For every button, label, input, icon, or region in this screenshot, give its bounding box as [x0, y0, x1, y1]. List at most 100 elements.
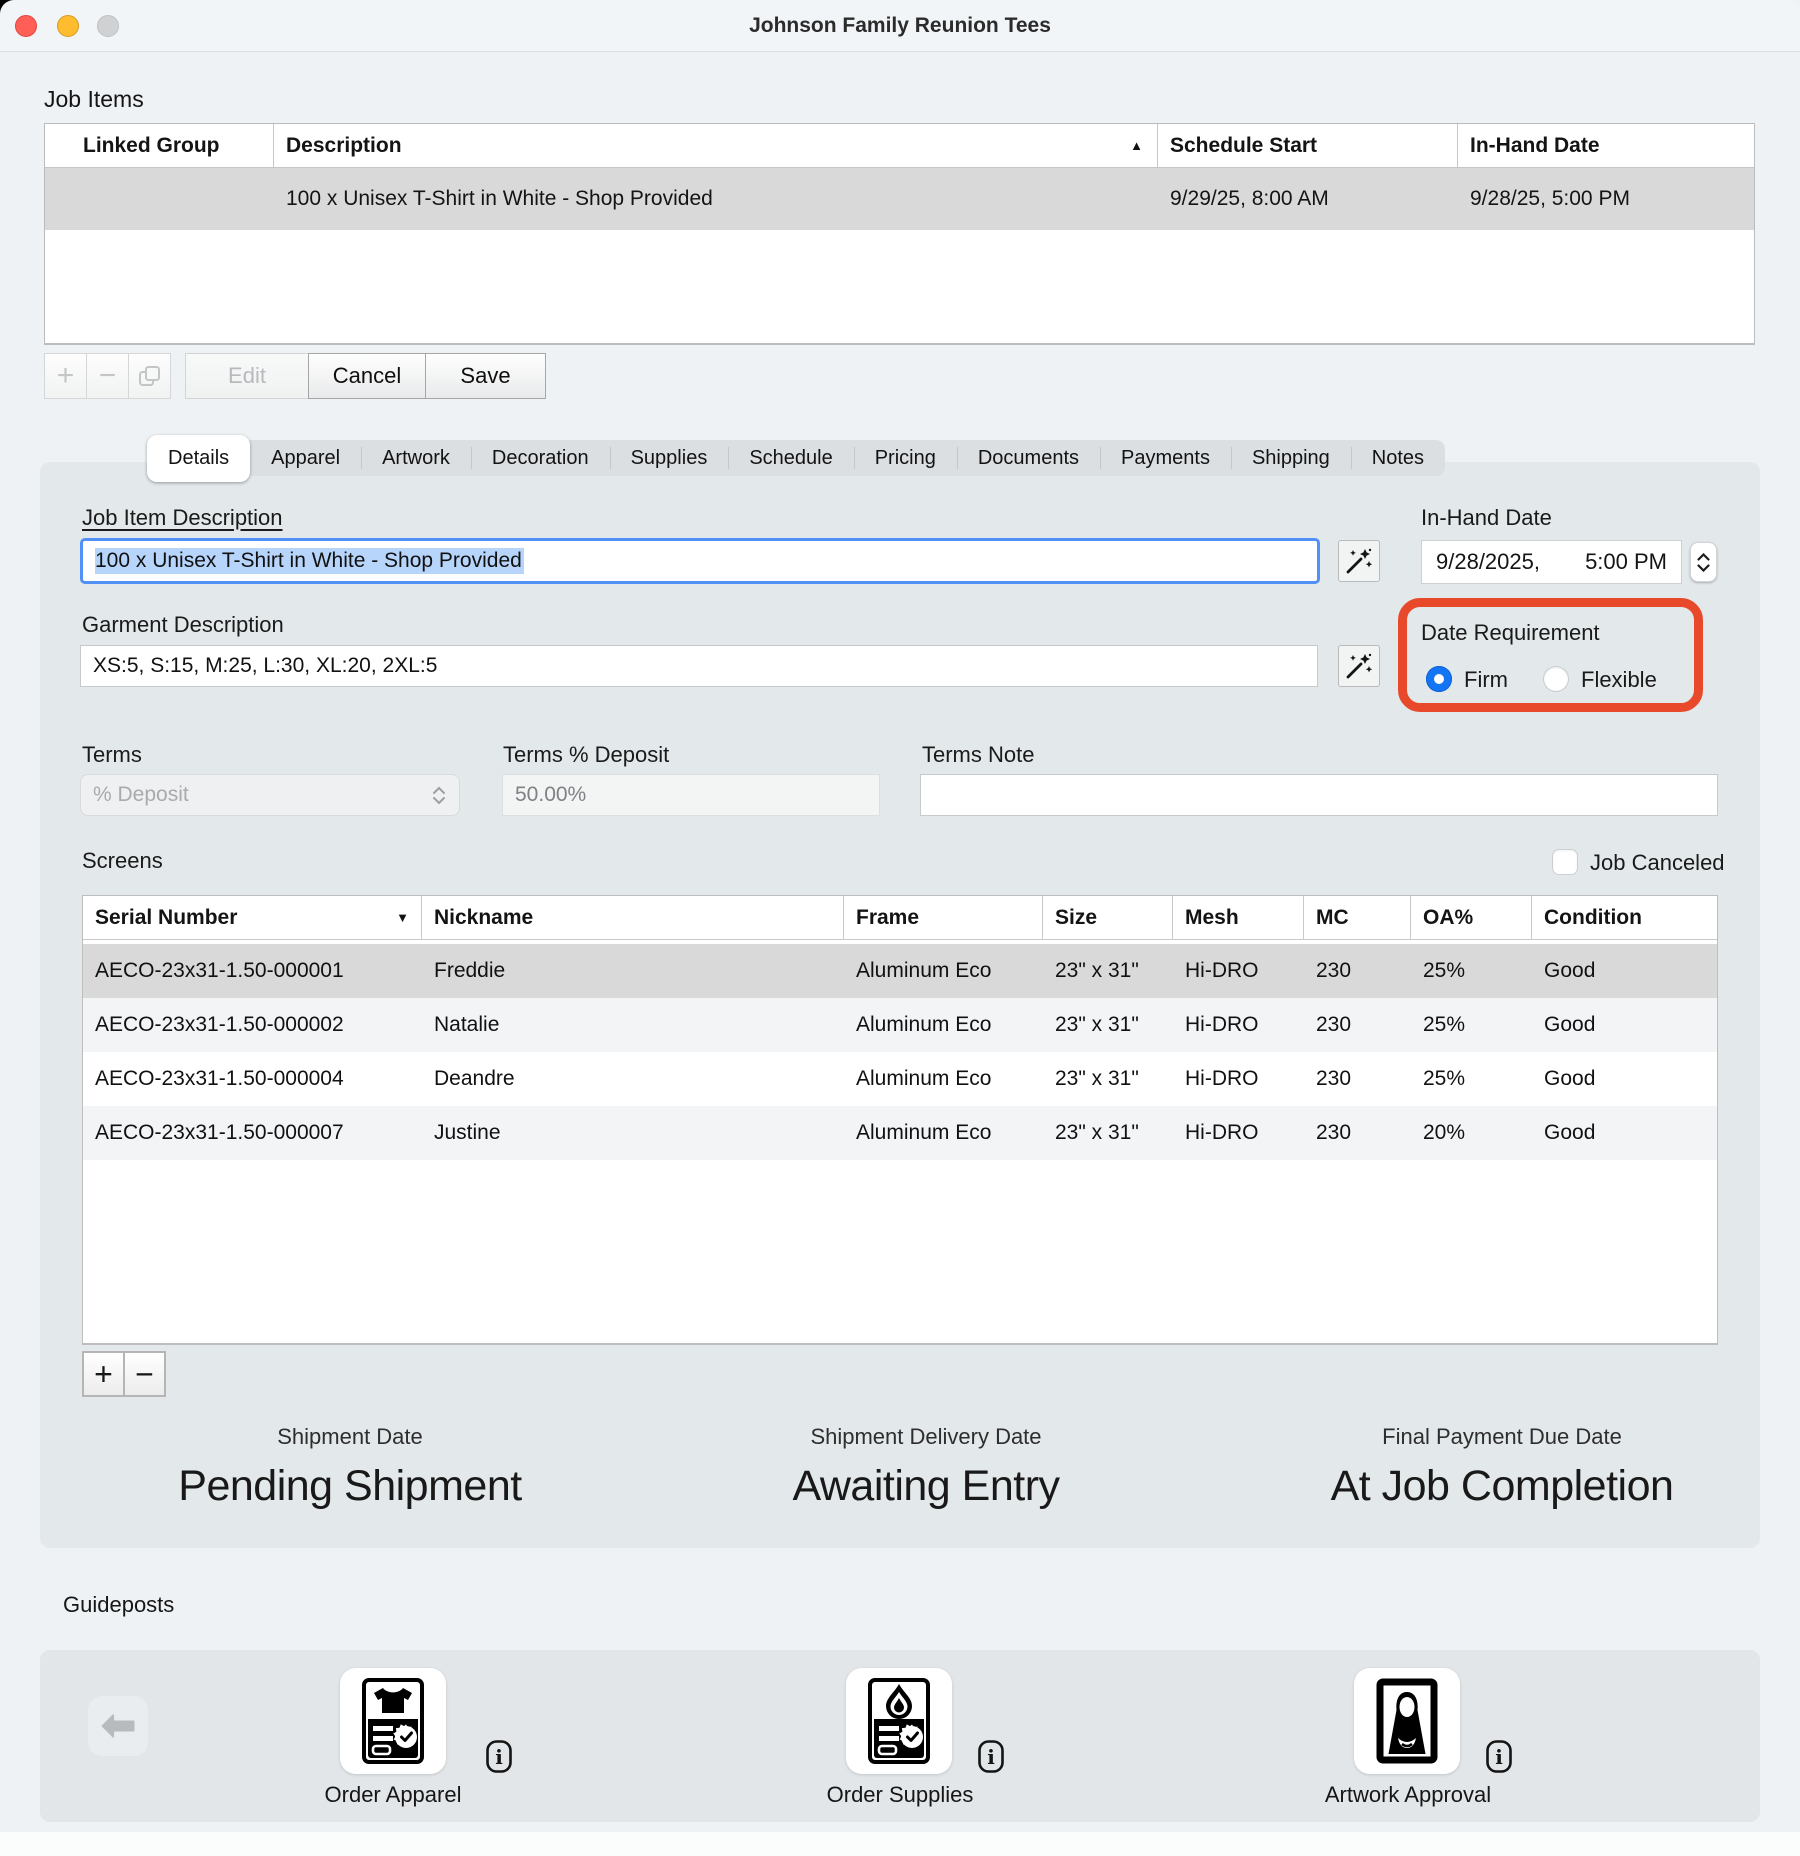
- remove-job-item-button[interactable]: −: [86, 353, 129, 399]
- shipment-delivery-date-value: Awaiting Entry: [646, 1462, 1206, 1511]
- plus-icon: +: [94, 1356, 113, 1393]
- back-arrow-icon: [100, 1709, 136, 1743]
- close-button[interactable]: [15, 15, 37, 37]
- job-items-table: Linked Group Description ▲ Schedule Star…: [44, 123, 1755, 345]
- job-items-header-row: Linked Group Description ▲ Schedule Star…: [45, 124, 1754, 168]
- magic-wand-icon: [1344, 546, 1374, 576]
- guideposts-section-label: Guideposts: [63, 1592, 174, 1618]
- terms-label: Terms: [82, 742, 142, 768]
- autofill-description-button[interactable]: [1338, 540, 1380, 582]
- stepper-down-icon: [1697, 564, 1710, 572]
- window-title: Johnson Family Reunion Tees: [0, 0, 1800, 52]
- job-item-description-label: Job Item Description: [82, 505, 283, 531]
- supplies-order-document-icon: [868, 1678, 930, 1764]
- column-header-condition[interactable]: Condition: [1532, 896, 1717, 939]
- tab-supplies[interactable]: Supplies: [610, 440, 729, 476]
- terms-select[interactable]: % Deposit: [80, 774, 460, 816]
- save-button[interactable]: Save: [425, 353, 546, 399]
- column-header-description[interactable]: Description ▲: [274, 124, 1158, 167]
- tab-bar: Details Apparel Artwork Decoration Suppl…: [147, 440, 1445, 476]
- tab-notes[interactable]: Notes: [1351, 440, 1445, 476]
- tab-details[interactable]: Details: [147, 435, 250, 482]
- fullscreen-button[interactable]: [97, 15, 119, 37]
- column-header-mesh[interactable]: Mesh: [1173, 896, 1304, 939]
- annotation-highlight-box: [1398, 598, 1703, 712]
- cancel-button[interactable]: Cancel: [308, 353, 426, 399]
- screen-row[interactable]: AECO-23x31-1.50-000001Freddie Aluminum E…: [83, 944, 1717, 998]
- in-hand-date-input[interactable]: 9/28/2025, 5:00 PM: [1421, 540, 1682, 584]
- job-item-row-selected[interactable]: 100 x Unisex T-Shirt in White - Shop Pro…: [45, 168, 1754, 230]
- tab-payments[interactable]: Payments: [1100, 440, 1231, 476]
- minus-icon: −: [99, 359, 117, 393]
- window-bottom-strip: [0, 1832, 1800, 1856]
- select-chevrons-icon: [431, 786, 447, 805]
- order-apparel-button[interactable]: [340, 1668, 446, 1774]
- column-header-mc[interactable]: MC: [1304, 896, 1411, 939]
- column-header-frame[interactable]: Frame: [844, 896, 1043, 939]
- minimize-button[interactable]: [57, 15, 79, 37]
- order-apparel-label: Order Apparel: [243, 1782, 543, 1808]
- in-hand-date-value: 9/28/2025,: [1436, 549, 1540, 575]
- tab-shipping[interactable]: Shipping: [1231, 440, 1351, 476]
- column-header-oa[interactable]: OA%: [1411, 896, 1532, 939]
- terms-note-input[interactable]: [920, 774, 1718, 816]
- tab-schedule[interactable]: Schedule: [728, 440, 853, 476]
- column-header-nickname[interactable]: Nickname: [422, 896, 844, 939]
- tab-decoration[interactable]: Decoration: [471, 440, 610, 476]
- column-header-schedule-start[interactable]: Schedule Start: [1158, 124, 1458, 167]
- date-stepper[interactable]: [1690, 542, 1717, 582]
- column-header-serial-number[interactable]: Serial Number ▼: [83, 896, 422, 939]
- duplicate-icon: [137, 363, 163, 389]
- svg-text:i: i: [495, 1745, 503, 1769]
- shipment-delivery-date-block: Shipment Delivery Date Awaiting Entry: [646, 1424, 1206, 1511]
- column-header-size[interactable]: Size: [1043, 896, 1173, 939]
- tab-artwork[interactable]: Artwork: [361, 440, 471, 476]
- garment-description-input[interactable]: XS:5, S:15, M:25, L:30, XL:20, 2XL:5: [80, 645, 1318, 687]
- svg-text:i: i: [1495, 1745, 1503, 1769]
- job-item-description-input[interactable]: 100 x Unisex T-Shirt in White - Shop Pro…: [80, 538, 1320, 584]
- in-hand-date-label: In-Hand Date: [1421, 505, 1552, 531]
- job-canceled-label[interactable]: Job Canceled: [1590, 850, 1725, 876]
- order-apparel-info-button[interactable]: i: [486, 1740, 512, 1773]
- add-screen-button[interactable]: +: [82, 1351, 125, 1397]
- remove-screen-button[interactable]: −: [123, 1351, 166, 1397]
- info-icon: i: [978, 1740, 1004, 1773]
- artwork-approval-info-button[interactable]: i: [1486, 1740, 1512, 1773]
- autofill-garment-button[interactable]: [1338, 645, 1380, 687]
- tab-apparel[interactable]: Apparel: [250, 440, 361, 476]
- screens-section-label: Screens: [82, 848, 163, 874]
- stepper-up-icon: [1697, 553, 1710, 561]
- job-items-section-label: Job Items: [44, 86, 144, 113]
- apparel-order-document-icon: [362, 1678, 424, 1764]
- sort-ascending-icon: ▲: [1130, 138, 1143, 153]
- minus-icon: −: [135, 1356, 154, 1393]
- titlebar: Johnson Family Reunion Tees: [0, 0, 1800, 52]
- cell-description: 100 x Unisex T-Shirt in White - Shop Pro…: [274, 187, 1158, 211]
- screen-row[interactable]: AECO-23x31-1.50-000004Deandre Aluminum E…: [83, 1052, 1717, 1106]
- tab-pricing[interactable]: Pricing: [854, 440, 957, 476]
- screen-row[interactable]: AECO-23x31-1.50-000002Natalie Aluminum E…: [83, 998, 1717, 1052]
- order-supplies-button[interactable]: [846, 1668, 952, 1774]
- artwork-approval-button[interactable]: [1354, 1668, 1460, 1774]
- duplicate-job-item-button[interactable]: [128, 353, 171, 399]
- back-button[interactable]: [88, 1696, 148, 1756]
- tab-documents[interactable]: Documents: [957, 440, 1100, 476]
- screen-row[interactable]: AECO-23x31-1.50-000007Justine Aluminum E…: [83, 1106, 1717, 1160]
- app-window: Johnson Family Reunion Tees Job Items Li…: [0, 0, 1800, 1856]
- shipment-date-block: Shipment Date Pending Shipment: [70, 1424, 630, 1511]
- column-header-linked-group[interactable]: Linked Group: [45, 124, 274, 167]
- final-payment-due-date-block: Final Payment Due Date At Job Completion: [1222, 1424, 1782, 1511]
- info-icon: i: [486, 1740, 512, 1773]
- order-supplies-info-button[interactable]: i: [978, 1740, 1004, 1773]
- in-hand-time-value: 5:00 PM: [1585, 549, 1667, 575]
- shipment-delivery-date-label: Shipment Delivery Date: [646, 1424, 1206, 1450]
- edit-button[interactable]: Edit: [185, 353, 309, 399]
- add-job-item-button[interactable]: +: [44, 353, 87, 399]
- terms-deposit-label: Terms % Deposit: [503, 742, 669, 768]
- screens-table: Serial Number ▼ Nickname Frame Size Mesh…: [82, 895, 1718, 1345]
- terms-deposit-input[interactable]: 50.00%: [502, 774, 880, 816]
- job-canceled-checkbox[interactable]: [1552, 849, 1578, 875]
- final-payment-due-date-label: Final Payment Due Date: [1222, 1424, 1782, 1450]
- column-header-in-hand-date[interactable]: In-Hand Date: [1458, 124, 1754, 167]
- order-supplies-label: Order Supplies: [750, 1782, 1050, 1808]
